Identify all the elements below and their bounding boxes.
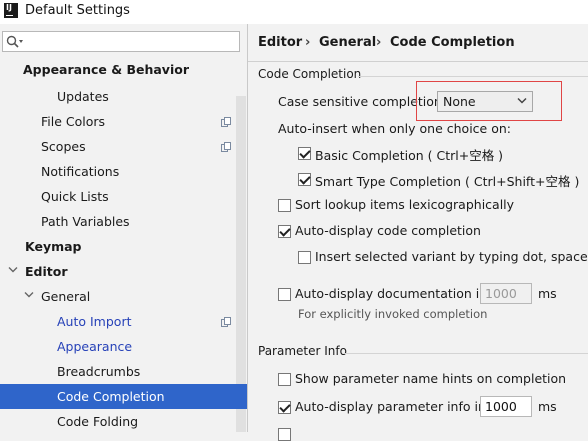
sidebar-item-file-colors[interactable]: File Colors [41,110,105,134]
section-title-parameter-info: Parameter Info [258,344,347,358]
basic-completion-checkbox[interactable] [298,147,311,160]
breadcrumb-separator: › [376,35,382,50]
breadcrumb-item-editor: Editor [258,35,303,50]
window-title: Default Settings [25,3,130,18]
chevron-down-icon[interactable] [8,266,18,274]
sort-lexicographically-checkbox[interactable] [278,199,291,212]
partially-visible-checkbox[interactable] [278,428,291,441]
breadcrumb-item-code-completion: Code Completion [390,35,515,50]
sidebar-item-code-completion[interactable]: Code Completion [57,385,165,409]
intellij-app-icon: IJ [4,3,18,18]
project-level-icon [221,117,231,127]
sidebar-item-auto-import[interactable]: Auto Import [57,310,131,334]
auto-display-doc-unit: ms [538,286,557,301]
case-sensitive-value: None [443,94,476,109]
smart-completion-label[interactable]: Smart Type Completion ( Ctrl+Shift+空格 ) [315,171,579,190]
auto-insert-label: Auto-insert when only one choice on: [278,121,511,136]
auto-display-completion-checkbox[interactable] [278,225,291,238]
case-sensitive-select[interactable]: None [437,91,533,112]
sidebar-item-breadcrumbs[interactable]: Breadcrumbs [57,360,140,384]
sidebar-item-code-folding[interactable]: Code Folding [57,410,138,434]
header-divider [248,61,588,62]
sidebar-item-notifications[interactable]: Notifications [41,160,119,184]
auto-display-doc-delay-input[interactable]: 1000 [480,283,532,304]
search-input[interactable] [2,31,240,52]
sidebar-item-appearance[interactable]: Appearance [57,335,132,359]
chevron-down-icon[interactable] [24,291,34,299]
auto-display-doc-checkbox[interactable] [278,288,291,301]
show-param-hints-checkbox[interactable] [278,373,291,386]
section-divider [344,353,588,354]
project-level-icon [221,142,231,152]
section-divider [358,76,588,77]
sidebar-item-scopes[interactable]: Scopes [41,135,86,159]
basic-completion-label[interactable]: Basic Completion ( Ctrl+空格 ) [315,145,503,164]
insert-variant-label[interactable]: Insert selected variant by typing dot, s… [315,249,588,264]
auto-display-param-info-label[interactable]: Auto-display parameter info in [295,399,486,414]
insert-variant-checkbox[interactable] [298,251,311,264]
breadcrumb-item-general: General [319,35,377,50]
auto-display-param-info-checkbox[interactable] [278,401,291,414]
auto-display-doc-label[interactable]: Auto-display documentation in [295,286,487,301]
search-icon [6,35,23,48]
sidebar-item-appearance-behavior[interactable]: Appearance & Behavior [23,58,189,82]
sidebar-scrollbar[interactable] [236,96,246,432]
smart-completion-checkbox[interactable] [298,173,311,186]
sidebar-item-updates[interactable]: Updates [57,85,109,109]
sidebar-item-keymap[interactable]: Keymap [25,235,82,259]
sort-lexicographically-label[interactable]: Sort lookup items lexicographically [295,197,514,212]
auto-display-param-info-delay-input[interactable]: 1000 [480,396,532,417]
project-level-icon [221,317,231,327]
section-title-code-completion: Code Completion [258,67,362,81]
auto-display-completion-label[interactable]: Auto-display code completion [295,223,481,238]
show-param-hints-label[interactable]: Show parameter name hints on completion [295,371,566,386]
sidebar-item-editor[interactable]: Editor [25,260,68,284]
auto-display-param-info-unit: ms [538,399,557,414]
sidebar-item-general[interactable]: General [41,285,90,309]
auto-display-doc-hint: For explicitly invoked completion [298,307,488,321]
sidebar-item-quick-lists[interactable]: Quick Lists [41,185,109,209]
breadcrumb-separator: › [305,35,311,50]
chevron-down-icon [517,97,527,104]
sidebar-item-path-variables[interactable]: Path Variables [41,210,130,234]
